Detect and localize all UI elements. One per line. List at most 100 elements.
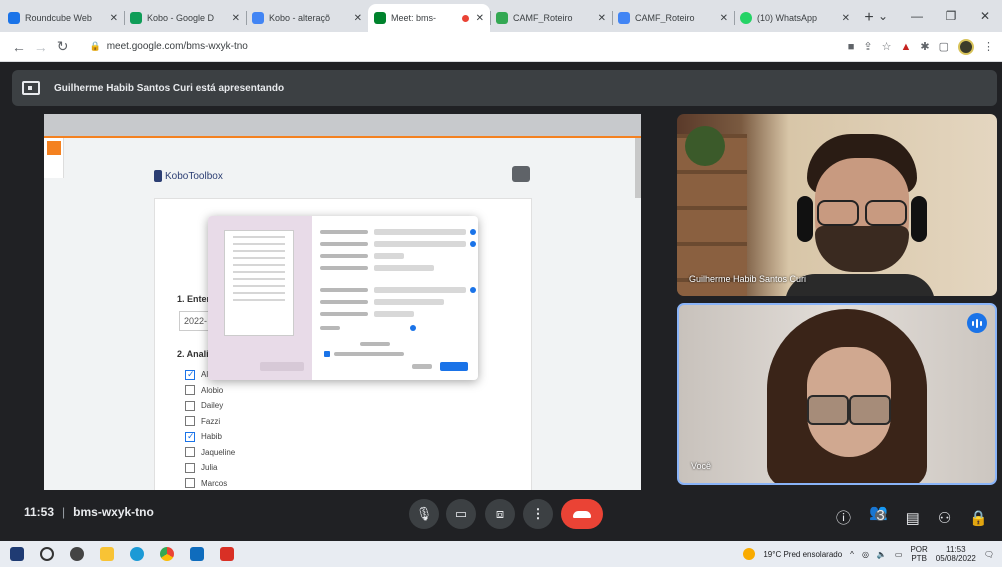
extension-red-icon[interactable]: ▲: [900, 41, 911, 53]
question-1-label: 1. Enter: [177, 294, 211, 304]
lock-icon[interactable]: 🔒: [89, 41, 100, 52]
option-label: Fazzi: [201, 416, 221, 426]
weather-sun-icon[interactable]: [743, 548, 756, 560]
tab-kobo-alteracoes[interactable]: Kobo - alteraçõ ✕: [246, 4, 368, 32]
battery-icon[interactable]: ▭: [895, 550, 903, 559]
option-label: Marcos: [201, 478, 228, 488]
checkbox-list: Al Alobio Dailey Fazzi Habib Jaqueline J…: [185, 367, 235, 490]
participant-video: [785, 134, 935, 296]
tab-meet[interactable]: Meet: bms- ✕: [368, 4, 490, 32]
dialog-row: [320, 340, 396, 348]
option-label: Dailey: [201, 401, 224, 411]
outlook-icon[interactable]: [190, 547, 204, 561]
whatsapp-icon: [740, 12, 752, 24]
option-label: Jaqueline: [201, 447, 236, 457]
tab-title: Kobo - alteraçõ: [269, 13, 331, 23]
dialog-row: [320, 228, 476, 236]
checkbox-icon: [185, 478, 195, 489]
url-field[interactable]: 🔒 meet.google.com/bms-wxyk-tno: [79, 36, 833, 58]
people-icon[interactable]: 👥3: [869, 503, 888, 532]
camera-icon: ▭: [454, 506, 468, 521]
extensions-puzzle-icon[interactable]: ✱: [920, 40, 929, 53]
list-item: Alobio: [185, 383, 235, 399]
close-tab-icon[interactable]: ✕: [354, 13, 362, 24]
more-vert-icon: ⋮: [531, 506, 545, 521]
share-icon[interactable]: ⇪: [863, 40, 872, 53]
dialog-cancel-button: [412, 364, 432, 369]
tab-camf-roteiro-2[interactable]: CAMF_Roteiro ✕: [612, 4, 734, 32]
language-code: POR: [910, 545, 928, 554]
tab-whatsapp[interactable]: (10) WhatsApp ✕: [734, 4, 856, 32]
chat-icon[interactable]: ▤: [906, 509, 920, 527]
present-screen-icon: ⧈: [495, 506, 505, 521]
checkbox-icon: [185, 385, 195, 396]
tab-kobo-google-docs[interactable]: Kobo - Google D ✕: [124, 4, 246, 32]
dialog-row: [320, 298, 444, 306]
close-tab-icon[interactable]: ✕: [476, 13, 484, 24]
close-tab-icon[interactable]: ✕: [720, 13, 728, 24]
kobo-logo: KoboToolbox: [154, 170, 223, 182]
tab-search-icon[interactable]: ⌄: [866, 9, 900, 23]
restore-button[interactable]: ❐: [934, 9, 968, 23]
microphone-button[interactable]: 🎙: [409, 499, 439, 529]
tab-title: Kobo - Google D: [147, 13, 215, 23]
roundcube-favicon-icon: [8, 12, 20, 24]
notifications-icon[interactable]: 🗨: [984, 550, 994, 559]
network-icon[interactable]: ◎: [862, 550, 869, 559]
browser-tab-strip: Roundcube Web ✕ Kobo - Google D ✕ Kobo -…: [0, 0, 1002, 32]
extensions-area: ■ ⇪ ☆ ▲ ✱ ▢ ⋮: [848, 38, 994, 55]
activities-icon[interactable]: ⚇: [938, 509, 951, 527]
windows-start-icon[interactable]: [10, 547, 24, 561]
forward-arrow-icon[interactable]: →: [30, 39, 52, 55]
participant-tile-self[interactable]: Você: [677, 303, 997, 485]
dialog-row: [320, 286, 476, 294]
checkbox-icon: [185, 462, 195, 473]
presenting-text: Guilherme Habib Santos Curi está apresen…: [54, 82, 285, 94]
side-panel-icon[interactable]: ▢: [939, 40, 949, 53]
back-arrow-icon[interactable]: ←: [8, 39, 30, 55]
host-controls-icon[interactable]: 🔒: [969, 509, 988, 527]
bookmark-star-icon[interactable]: ☆: [882, 40, 892, 53]
input-language[interactable]: POR PTB: [910, 545, 927, 563]
meeting-details-icon[interactable]: ⓘ: [836, 507, 851, 528]
tab-camf-roteiro-1[interactable]: CAMF_Roteiro ✕: [490, 4, 612, 32]
kobo-mark-icon: [154, 170, 162, 182]
acrobat-icon[interactable]: [220, 547, 234, 561]
clock[interactable]: 11:53 05/08/2022: [936, 545, 976, 563]
volume-icon[interactable]: 🔈: [877, 550, 887, 559]
camera-button[interactable]: ▭: [446, 499, 476, 529]
list-item: Fazzi: [185, 414, 235, 430]
close-tab-icon[interactable]: ✕: [598, 13, 606, 24]
reload-icon[interactable]: ↻: [52, 38, 74, 55]
search-icon[interactable]: [40, 547, 54, 561]
tab-roundcube[interactable]: Roundcube Web ✕: [2, 4, 124, 32]
browser-menu-icon[interactable]: ⋮: [983, 40, 994, 53]
minimize-button[interactable]: —: [900, 9, 934, 23]
dialog-row: [320, 350, 410, 358]
close-tab-icon[interactable]: ✕: [232, 13, 240, 24]
close-tab-icon[interactable]: ✕: [110, 13, 118, 24]
close-tab-icon[interactable]: ✕: [842, 13, 850, 24]
more-options-button[interactable]: ⋮: [523, 499, 553, 529]
participant-tile-guilherme[interactable]: Guilherme Habib Santos Curi: [677, 114, 997, 296]
tray-arrow-icon[interactable]: ^: [850, 550, 854, 559]
print-dialog: [208, 216, 478, 380]
settings-gear-icon[interactable]: [70, 547, 84, 561]
camera-in-use-icon[interactable]: ■: [848, 41, 855, 53]
edge-browser-icon[interactable]: [130, 547, 144, 561]
chrome-icon[interactable]: [160, 547, 174, 561]
dialog-row: [320, 240, 476, 248]
leave-call-button[interactable]: [561, 499, 603, 529]
profile-avatar[interactable]: [957, 38, 974, 55]
speaking-indicator-icon: [967, 313, 987, 333]
tab-title: (10) WhatsApp: [757, 13, 818, 23]
close-window-button[interactable]: ✕: [968, 9, 1002, 23]
present-button[interactable]: ⧈: [485, 499, 515, 529]
weather-text[interactable]: 19°C Pred ensolarado: [763, 550, 842, 559]
participant-count-badge: 3: [874, 507, 886, 524]
tab-title: Meet: bms-: [391, 13, 437, 23]
list-item: Marcos: [185, 476, 235, 491]
file-explorer-icon[interactable]: [100, 547, 114, 561]
tab-title: CAMF_Roteiro: [635, 13, 695, 23]
list-item: Dailey: [185, 398, 235, 414]
